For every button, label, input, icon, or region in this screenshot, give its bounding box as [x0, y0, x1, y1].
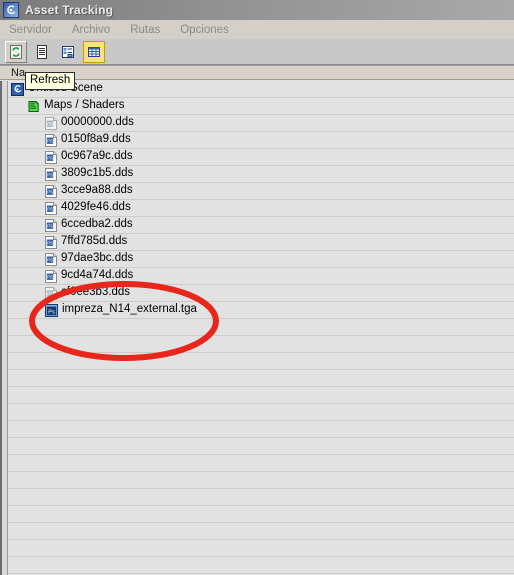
photoshop-file-icon: Ps [45, 303, 58, 317]
svg-text:PS: PS [47, 274, 53, 279]
list-item-label: Maps / Shaders [44, 99, 125, 112]
empty-row[interactable] [0, 540, 514, 557]
max-logo-icon [3, 2, 19, 18]
list-item[interactable]: PS 9cd4a74d.dds [0, 268, 514, 285]
empty-row[interactable] [0, 387, 514, 404]
svg-text:PS: PS [47, 138, 53, 143]
title-bar: Asset Tracking [0, 0, 514, 20]
refresh-tooltip: Refresh [25, 72, 76, 90]
list-item[interactable]: PS 3809c1b5.dds [0, 166, 514, 183]
list-item[interactable]: PS 00000000.dds [0, 115, 514, 132]
dds-file-icon: PS [45, 235, 57, 249]
menu-item-rutas[interactable]: Rutas [128, 23, 162, 37]
list-item-label: 3809c1b5.dds [61, 167, 134, 180]
dds-file-icon: PS [45, 201, 57, 215]
svg-text:Ps: Ps [48, 309, 55, 315]
svg-text:PS: PS [47, 155, 53, 160]
dds-file-icon-disabled: PS [45, 286, 57, 300]
window-title: Asset Tracking [25, 3, 114, 17]
empty-row[interactable] [0, 353, 514, 370]
dds-file-icon: PS [45, 269, 57, 283]
svg-text:PS: PS [47, 121, 53, 126]
grid-icon [86, 44, 102, 60]
menu-item-archivo[interactable]: Archivo [70, 23, 112, 37]
grid-view-button[interactable] [83, 40, 105, 63]
tree-view-button[interactable] [57, 41, 79, 63]
list-item-label: 00000000.dds [61, 116, 134, 129]
dds-file-icon: PS [45, 150, 57, 164]
list-item[interactable]: Maps / Shaders [0, 98, 514, 115]
dds-file-icon: PS [45, 167, 57, 181]
list-item-label: 97dae3bc.dds [61, 252, 134, 265]
list-item-label: 9cd4a74d.dds [61, 269, 134, 282]
refresh-button[interactable] [5, 40, 27, 63]
empty-row[interactable] [0, 557, 514, 574]
empty-row[interactable] [0, 336, 514, 353]
svg-text:PS: PS [47, 223, 53, 228]
empty-row[interactable] [0, 489, 514, 506]
empty-row[interactable] [0, 421, 514, 438]
list-item[interactable]: Ps impreza_N14_external.tga [0, 302, 514, 319]
asset-list-panel: Na Untitled SceneMaps / Shaders PS 0000000… [0, 65, 514, 575]
empty-row[interactable] [0, 506, 514, 523]
asset-rows: Untitled SceneMaps / Shaders PS 00000000.d… [0, 81, 514, 575]
empty-row[interactable] [0, 455, 514, 472]
svg-text:PS: PS [47, 172, 53, 177]
column-header-name[interactable]: Na [0, 66, 514, 80]
list-item[interactable]: PS cf0ee3b3.dds [0, 285, 514, 302]
dds-file-icon: PS [45, 252, 57, 266]
svg-text:PS: PS [47, 291, 53, 296]
empty-row[interactable] [0, 523, 514, 540]
empty-row[interactable] [0, 438, 514, 455]
empty-row[interactable] [0, 319, 514, 336]
list-item-label: 3cce9a88.dds [61, 184, 133, 197]
list-item-label: 6ccedba2.dds [61, 218, 133, 231]
list-item[interactable]: PS 3cce9a88.dds [0, 183, 514, 200]
list-gutter [0, 81, 8, 575]
list-item[interactable]: PS 7ffd785d.dds [0, 234, 514, 251]
dds-file-icon: PS [45, 218, 57, 232]
dds-file-icon: PS [45, 184, 57, 198]
list-item-label: impreza_N14_external.tga [62, 303, 197, 316]
list-view-button[interactable] [31, 41, 53, 63]
maps-shaders-icon [27, 100, 40, 113]
list-item[interactable]: Untitled Scene [0, 81, 514, 98]
refresh-icon [8, 44, 24, 60]
dds-file-icon: PS [45, 133, 57, 147]
toolbar [0, 39, 514, 65]
menu-bar: Servidor Archivo Rutas Opciones [0, 20, 514, 39]
list-item[interactable]: PS 0150f8a9.dds [0, 132, 514, 149]
list-item-label: cf0ee3b3.dds [61, 286, 131, 299]
svg-text:PS: PS [47, 206, 53, 211]
svg-text:PS: PS [47, 189, 53, 194]
menu-item-opciones[interactable]: Opciones [178, 23, 231, 37]
list-item-label: 0c967a9c.dds [61, 150, 133, 163]
menu-item-servidor[interactable]: Servidor [7, 23, 54, 37]
list-item-label: 0150f8a9.dds [61, 133, 131, 146]
list-icon [34, 44, 50, 60]
scene-icon [11, 82, 24, 96]
list-item[interactable]: PS 97dae3bc.dds [0, 251, 514, 268]
list-item[interactable]: PS 0c967a9c.dds [0, 149, 514, 166]
tree-icon [60, 44, 76, 60]
list-item-label: 4029fe46.dds [61, 201, 131, 214]
svg-text:PS: PS [47, 240, 53, 245]
list-item[interactable]: PS 6ccedba2.dds [0, 217, 514, 234]
empty-row[interactable] [0, 472, 514, 489]
empty-row[interactable] [0, 370, 514, 387]
column-header-label: Na [11, 66, 26, 79]
svg-text:PS: PS [47, 257, 53, 262]
list-item[interactable]: PS 4029fe46.dds [0, 200, 514, 217]
empty-row[interactable] [0, 404, 514, 421]
dds-file-icon-disabled: PS [45, 116, 57, 130]
list-item-label: 7ffd785d.dds [61, 235, 128, 248]
